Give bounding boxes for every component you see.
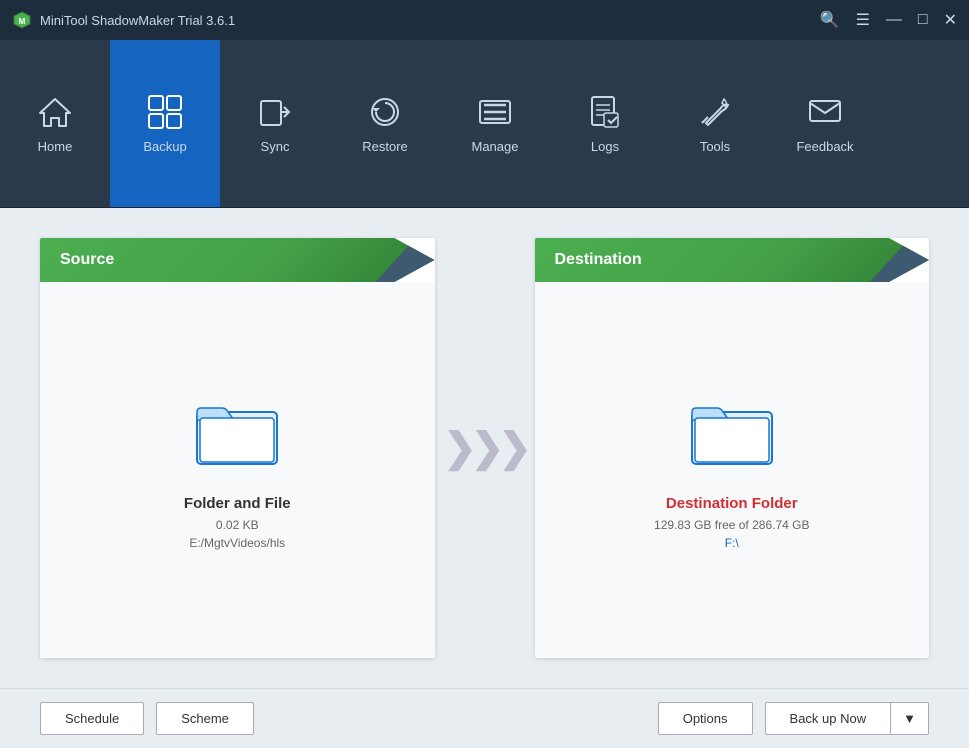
nav-home[interactable]: Home xyxy=(0,40,110,207)
svg-text:M: M xyxy=(19,17,26,26)
destination-panel[interactable]: Destination Destination Folder 129.83 GB… xyxy=(535,238,930,658)
app-logo: M xyxy=(12,10,32,30)
source-header-bg xyxy=(376,238,435,282)
backup-dropdown-button[interactable]: ▼ xyxy=(891,702,929,735)
backup-now-button[interactable]: Back up Now xyxy=(765,702,892,735)
nav-logs-label: Logs xyxy=(591,139,619,154)
scheme-button[interactable]: Scheme xyxy=(156,702,254,735)
nav-sync[interactable]: Sync xyxy=(220,40,330,207)
tools-icon xyxy=(696,93,734,131)
logs-icon xyxy=(586,93,624,131)
titlebar-left: M MiniTool ShadowMaker Trial 3.6.1 xyxy=(12,10,235,30)
maximize-icon[interactable]: □ xyxy=(918,11,928,29)
nav-manage-label: Manage xyxy=(472,139,519,154)
source-panel[interactable]: Source Folder and File 0.02 KB E:/MgtvVi… xyxy=(40,238,435,658)
nav-feedback[interactable]: Feedback xyxy=(770,40,880,207)
bottom-bar: Schedule Scheme Options Back up Now ▼ xyxy=(0,688,969,748)
feedback-icon xyxy=(806,93,844,131)
nav-backup-label: Backup xyxy=(143,139,186,154)
nav-logs[interactable]: Logs xyxy=(550,40,660,207)
nav-manage[interactable]: Manage xyxy=(440,40,550,207)
nav-feedback-label: Feedback xyxy=(796,139,853,154)
titlebar-controls[interactable]: 🔍 ☰ — □ ✕ xyxy=(820,10,957,30)
source-path: E:/MgtvVideos/hls xyxy=(189,536,285,550)
arrows-icon: ❯❯❯ xyxy=(443,425,526,471)
source-size: 0.02 KB xyxy=(216,518,259,532)
nav-tools-label: Tools xyxy=(700,139,730,154)
search-icon[interactable]: 🔍 xyxy=(820,10,840,30)
nav-backup[interactable]: Backup xyxy=(110,40,220,207)
nav-restore[interactable]: Restore xyxy=(330,40,440,207)
source-header: Source xyxy=(40,238,435,282)
restore-icon xyxy=(366,93,404,131)
app-title: MiniTool ShadowMaker Trial 3.6.1 xyxy=(40,13,235,28)
schedule-button[interactable]: Schedule xyxy=(40,702,144,735)
nav-restore-label: Restore xyxy=(362,139,408,154)
navbar: Home Backup Sync Restore xyxy=(0,40,969,208)
destination-title: Destination Folder xyxy=(666,495,798,512)
main-content: Source Folder and File 0.02 KB E:/MgtvVi… xyxy=(0,208,969,688)
dropdown-chevron-icon: ▼ xyxy=(903,711,916,726)
source-body[interactable]: Folder and File 0.02 KB E:/MgtvVideos/hl… xyxy=(40,282,435,658)
source-folder-icon xyxy=(192,390,282,475)
sync-icon xyxy=(256,93,294,131)
arrow-section: ❯❯❯ xyxy=(435,425,535,471)
bottom-right: Options Back up Now ▼ xyxy=(658,702,929,735)
close-icon[interactable]: ✕ xyxy=(944,10,957,30)
titlebar: M MiniTool ShadowMaker Trial 3.6.1 🔍 ☰ —… xyxy=(0,0,969,40)
source-title: Folder and File xyxy=(184,495,291,512)
bottom-left: Schedule Scheme xyxy=(40,702,254,735)
destination-folder-icon xyxy=(687,390,777,475)
destination-header: Destination xyxy=(535,238,930,282)
source-header-label: Source xyxy=(60,251,114,269)
nav-tools[interactable]: Tools xyxy=(660,40,770,207)
home-icon xyxy=(36,93,74,131)
menu-icon[interactable]: ☰ xyxy=(856,10,870,30)
panels-row: Source Folder and File 0.02 KB E:/MgtvVi… xyxy=(40,238,929,658)
destination-path: F:\ xyxy=(725,536,739,550)
destination-header-label: Destination xyxy=(555,251,642,269)
nav-home-label: Home xyxy=(38,139,73,154)
nav-sync-label: Sync xyxy=(261,139,290,154)
destination-free: 129.83 GB free of 286.74 GB xyxy=(654,518,809,532)
options-button[interactable]: Options xyxy=(658,702,753,735)
destination-body[interactable]: Destination Folder 129.83 GB free of 286… xyxy=(535,282,930,658)
backup-icon xyxy=(146,93,184,131)
destination-header-bg xyxy=(870,238,929,282)
minimize-icon[interactable]: — xyxy=(886,11,902,29)
manage-icon xyxy=(476,93,514,131)
